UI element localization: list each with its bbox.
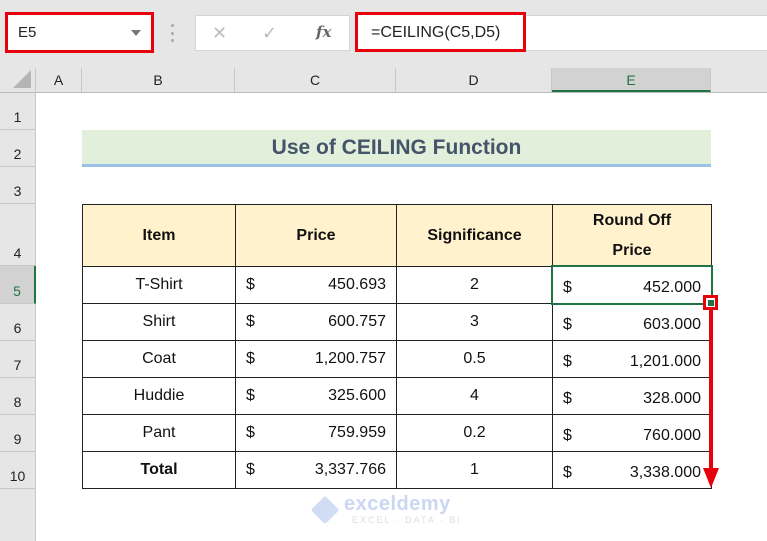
round-off-cell[interactable]: $603.000 bbox=[552, 303, 712, 341]
significance-cell[interactable]: 0.2 bbox=[396, 414, 553, 452]
round-off-cell[interactable]: $328.000 bbox=[552, 377, 712, 415]
row-header-4[interactable]: 4 bbox=[0, 204, 36, 266]
watermark-name: exceldemy bbox=[344, 493, 451, 515]
significance-cell[interactable]: 4 bbox=[396, 377, 553, 415]
round-off-cell[interactable]: $760.000 bbox=[552, 414, 712, 452]
formula-controls: ✕ ✓ fx bbox=[195, 15, 350, 51]
header-round-off-price[interactable]: Round Off Price bbox=[552, 204, 712, 267]
table-row: Huddie $325.600 4 $328.000 bbox=[82, 377, 712, 415]
header-significance[interactable]: Significance bbox=[396, 204, 553, 267]
arrow-down-icon bbox=[703, 468, 719, 488]
row-header-1[interactable]: 1 bbox=[0, 93, 36, 130]
column-header-a[interactable]: A bbox=[36, 68, 82, 92]
column-header-d[interactable]: D bbox=[396, 68, 552, 92]
watermark-tagline: EXCEL · DATA · BI bbox=[352, 515, 462, 525]
price-table: Item Price Significance Round Off Price … bbox=[82, 204, 712, 489]
price-cell[interactable]: $3,337.766 bbox=[235, 451, 397, 489]
row-header-11[interactable] bbox=[0, 489, 36, 541]
price-cell[interactable]: $1,200.757 bbox=[235, 340, 397, 378]
header-item[interactable]: Item bbox=[82, 204, 236, 267]
row-header-3[interactable]: 3 bbox=[0, 167, 36, 204]
table-row: Shirt $600.757 3 $603.000 bbox=[82, 303, 712, 341]
table-row: Pant $759.959 0.2 $760.000 bbox=[82, 414, 712, 452]
significance-cell[interactable]: 3 bbox=[396, 303, 553, 341]
significance-cell[interactable]: 2 bbox=[396, 266, 553, 304]
name-box-value: E5 bbox=[18, 24, 37, 41]
header-price[interactable]: Price bbox=[235, 204, 397, 267]
total-row: Total $3,337.766 1 $3,338.000 bbox=[82, 451, 712, 489]
column-header-e[interactable]: E bbox=[552, 68, 711, 92]
price-cell[interactable]: $600.757 bbox=[235, 303, 397, 341]
item-cell[interactable]: T-Shirt bbox=[82, 266, 236, 304]
row-header-9[interactable]: 9 bbox=[0, 415, 36, 452]
formula-bar-area: E5 ✕ ✓ fx =CEILING(C5,D5) bbox=[0, 0, 767, 68]
drag-handle-icon[interactable] bbox=[171, 24, 174, 42]
item-cell[interactable]: Total bbox=[82, 451, 236, 489]
round-off-cell[interactable]: $3,338.000 bbox=[552, 451, 712, 489]
select-all-button[interactable] bbox=[0, 68, 36, 93]
formula-text: =CEILING(C5,D5) bbox=[371, 24, 501, 41]
item-cell[interactable]: Huddie bbox=[82, 377, 236, 415]
row-header-2[interactable]: 2 bbox=[0, 130, 36, 167]
enter-icon[interactable]: ✓ bbox=[262, 23, 277, 44]
insert-function-icon[interactable]: fx bbox=[316, 23, 331, 41]
column-header-b[interactable]: B bbox=[82, 68, 235, 92]
table-row: Coat $1,200.757 0.5 $1,201.000 bbox=[82, 340, 712, 378]
row-header-5[interactable]: 5 bbox=[0, 266, 36, 304]
column-headers: A B C D E bbox=[36, 68, 767, 93]
round-off-cell[interactable]: $1,201.000 bbox=[552, 340, 712, 378]
significance-cell[interactable]: 0.5 bbox=[396, 340, 553, 378]
item-cell[interactable]: Shirt bbox=[82, 303, 236, 341]
row-header-10[interactable]: 10 bbox=[0, 452, 36, 489]
column-header-c[interactable]: C bbox=[235, 68, 396, 92]
price-cell[interactable]: $325.600 bbox=[235, 377, 397, 415]
fill-handle[interactable] bbox=[703, 295, 718, 310]
fill-down-arrow-line bbox=[709, 310, 713, 472]
active-cell-border bbox=[551, 265, 713, 305]
sheet-title: Use of CEILING Function bbox=[82, 130, 711, 167]
chevron-down-icon[interactable] bbox=[131, 30, 141, 36]
price-cell[interactable]: $759.959 bbox=[235, 414, 397, 452]
row-header-6[interactable]: 6 bbox=[0, 304, 36, 341]
cancel-icon[interactable]: ✕ bbox=[212, 23, 227, 44]
row-header-8[interactable]: 8 bbox=[0, 378, 36, 415]
price-cell[interactable]: $450.693 bbox=[235, 266, 397, 304]
item-cell[interactable]: Pant bbox=[82, 414, 236, 452]
item-cell[interactable]: Coat bbox=[82, 340, 236, 378]
name-box[interactable]: E5 bbox=[5, 12, 154, 53]
row-header-7[interactable]: 7 bbox=[0, 341, 36, 378]
significance-cell[interactable]: 1 bbox=[396, 451, 553, 489]
exceldemy-logo-icon bbox=[310, 495, 340, 525]
formula-input[interactable]: =CEILING(C5,D5) bbox=[355, 12, 526, 52]
table-header-row: Item Price Significance Round Off Price bbox=[82, 204, 712, 267]
